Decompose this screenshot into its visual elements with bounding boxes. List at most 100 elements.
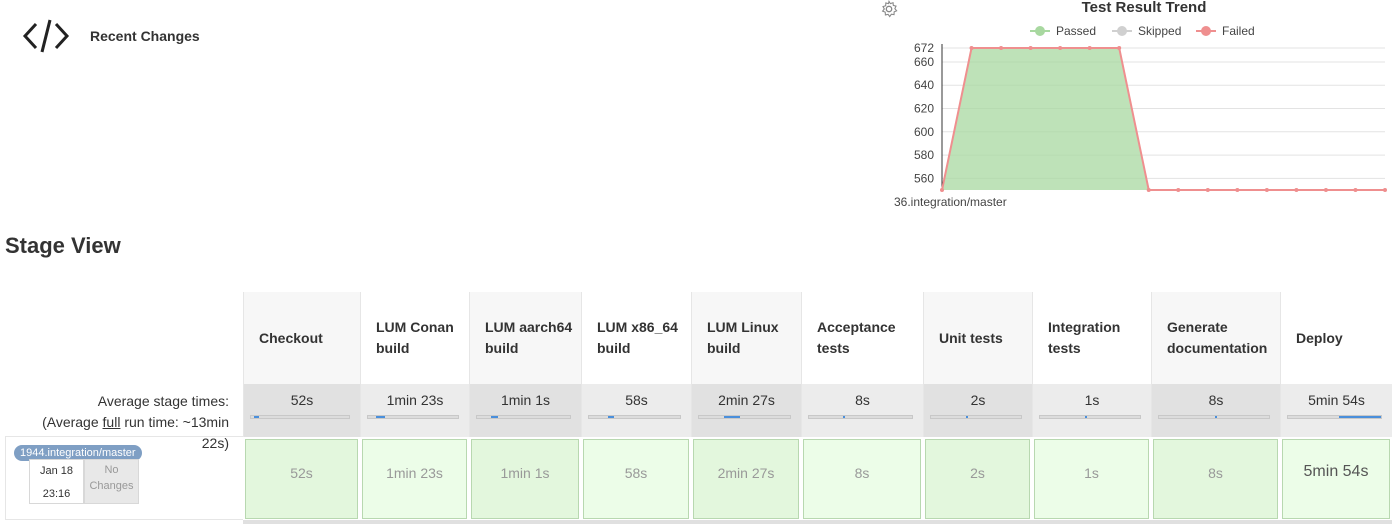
stage-average: 1s — [1032, 384, 1151, 437]
stage-duration-fill — [1085, 416, 1087, 418]
stage-result-cell[interactable]: 1min 1s — [471, 439, 579, 519]
stage-column: Acceptance tests 8s 8s — [801, 292, 923, 522]
stage-duration-bar — [1158, 415, 1270, 419]
stage-view-title: Stage View — [5, 233, 121, 258]
stage-header: LUM x86_64 build — [581, 292, 691, 384]
stage-average: 1min 23s — [360, 384, 469, 437]
stage-header: Unit tests — [923, 292, 1032, 384]
stage-duration-fill — [376, 416, 386, 418]
stage-column: Generate documentation 8s 8s — [1151, 292, 1280, 522]
stage-average-value: 2min 27s — [718, 392, 775, 408]
stage-duration-fill — [1215, 416, 1218, 418]
stage-column: LUM aarch64 build 1min 1s 1min 1s — [469, 292, 581, 522]
stage-average-value: 52s — [290, 392, 314, 408]
stage-average-value: 5min 54s — [1308, 392, 1365, 408]
stage-duration-fill — [490, 416, 499, 418]
stage-header: LUM Linux build — [691, 292, 801, 384]
stage-duration-bar — [367, 415, 459, 419]
stage-average-value: 1min 23s — [386, 392, 444, 408]
legend-marker — [1035, 26, 1045, 36]
stage-average-value: 1s — [1084, 392, 1100, 408]
full-link[interactable]: full — [103, 414, 121, 430]
stage-average-value: 2s — [970, 392, 986, 408]
stage-header: Acceptance tests — [801, 292, 923, 384]
average-full-run-time-label: (Average full run time: ~13min — [42, 414, 229, 430]
data-point — [1264, 188, 1269, 192]
stage-average: 5min 54s — [1280, 384, 1392, 437]
data-point — [1087, 46, 1092, 50]
gear-icon[interactable] — [880, 0, 898, 18]
y-tick-label: 640 — [914, 78, 934, 92]
data-point — [1028, 46, 1033, 50]
stage-name: LUM Linux build — [707, 319, 779, 356]
stage-grid: Checkout 52s 52s LUM Conan build 1min 23s 1mi… — [243, 292, 1392, 522]
y-tick-label: 600 — [914, 125, 934, 139]
y-tick-label: 672 — [914, 41, 934, 55]
grid-bottom-shadow — [243, 520, 1392, 524]
legend-label: Skipped — [1138, 24, 1181, 38]
stage-column: Integration tests 1s 1s — [1032, 292, 1151, 522]
y-tick-label: 580 — [914, 148, 934, 162]
stage-average: 52s — [243, 384, 360, 437]
stage-name: LUM Conan build — [376, 319, 454, 356]
stage-duration-bar — [808, 415, 913, 419]
legend-marker — [1201, 26, 1211, 36]
build-time: 23:16 — [42, 488, 71, 500]
stage-average-value: 8s — [855, 392, 870, 408]
stage-duration-bar — [476, 415, 571, 419]
x-tick-label: 36.integration/master — [894, 195, 1007, 209]
stage-result-cell[interactable]: 8s — [1153, 439, 1278, 519]
data-point — [1146, 188, 1151, 192]
recent-changes-label: Recent Changes — [90, 28, 200, 44]
legend-marker — [1117, 26, 1127, 36]
stage-result-cell[interactable]: 2min 27s — [693, 439, 799, 519]
stage-header: Generate documentation — [1151, 292, 1280, 384]
test-result-trend-chart: Test Result Trend Passed Skipped Failed 560 5… — [880, 0, 1392, 215]
chart-title: Test Result Trend — [1082, 0, 1207, 16]
stage-name: Integration tests — [1048, 319, 1121, 356]
stage-header: LUM Conan build — [360, 292, 469, 384]
data-point — [999, 46, 1004, 50]
stage-result-cell[interactable]: 5min 54s — [1282, 439, 1390, 519]
stage-header: Integration tests — [1032, 292, 1151, 384]
stage-name: Unit tests — [939, 329, 1003, 346]
stage-name: LUM aarch64 build — [485, 319, 573, 356]
stage-average-value: 8s — [1208, 392, 1224, 408]
stage-name: LUM x86_64 build — [597, 319, 678, 356]
data-point — [1383, 188, 1387, 192]
stage-column: Unit tests 2s 2s — [923, 292, 1032, 522]
stage-header: LUM aarch64 build — [469, 292, 581, 384]
stage-average-value: 1min 1s — [500, 392, 551, 408]
build-row: 1944.integration/master Jan 18 23:16 No … — [5, 436, 243, 520]
stage-result-cell[interactable]: 1s — [1034, 439, 1149, 519]
y-tick-label: 660 — [914, 55, 934, 69]
stage-average: 2min 27s — [691, 384, 801, 437]
data-point — [1353, 188, 1358, 192]
data-point — [1058, 46, 1063, 50]
stage-header: Checkout — [243, 292, 360, 384]
legend-label: Passed — [1056, 24, 1096, 38]
stage-result-cell[interactable]: 58s — [583, 439, 689, 519]
stage-result-cell[interactable]: 52s — [245, 439, 358, 519]
stage-average: 1min 1s — [469, 384, 581, 437]
data-point — [1205, 188, 1210, 192]
stage-duration-bar — [588, 415, 681, 419]
stage-duration-bar — [1039, 415, 1141, 419]
y-tick-label: 620 — [914, 102, 934, 116]
stage-name: Deploy — [1296, 329, 1343, 346]
stage-column: LUM Conan build 1min 23s 1min 23s — [360, 292, 469, 522]
stage-result-cell[interactable]: 1min 23s — [362, 439, 467, 519]
data-point — [1176, 188, 1181, 192]
stage-duration-fill — [842, 416, 846, 418]
stage-duration-fill — [608, 416, 615, 418]
build-changes-box: No Changes — [84, 459, 139, 504]
stage-column: Deploy 5min 54s 5min 54s — [1280, 292, 1392, 522]
build-date: Jan 18 — [39, 465, 74, 477]
trend-chart-svg: Test Result Trend Passed Skipped Failed 560 5… — [894, 0, 1387, 209]
stage-result-cell[interactable]: 8s — [803, 439, 921, 519]
stage-duration-fill — [723, 416, 740, 418]
data-point — [1294, 188, 1299, 192]
recent-changes-link[interactable]: Recent Changes — [22, 16, 200, 56]
stage-duration-fill — [253, 416, 259, 418]
stage-result-cell[interactable]: 2s — [925, 439, 1030, 519]
